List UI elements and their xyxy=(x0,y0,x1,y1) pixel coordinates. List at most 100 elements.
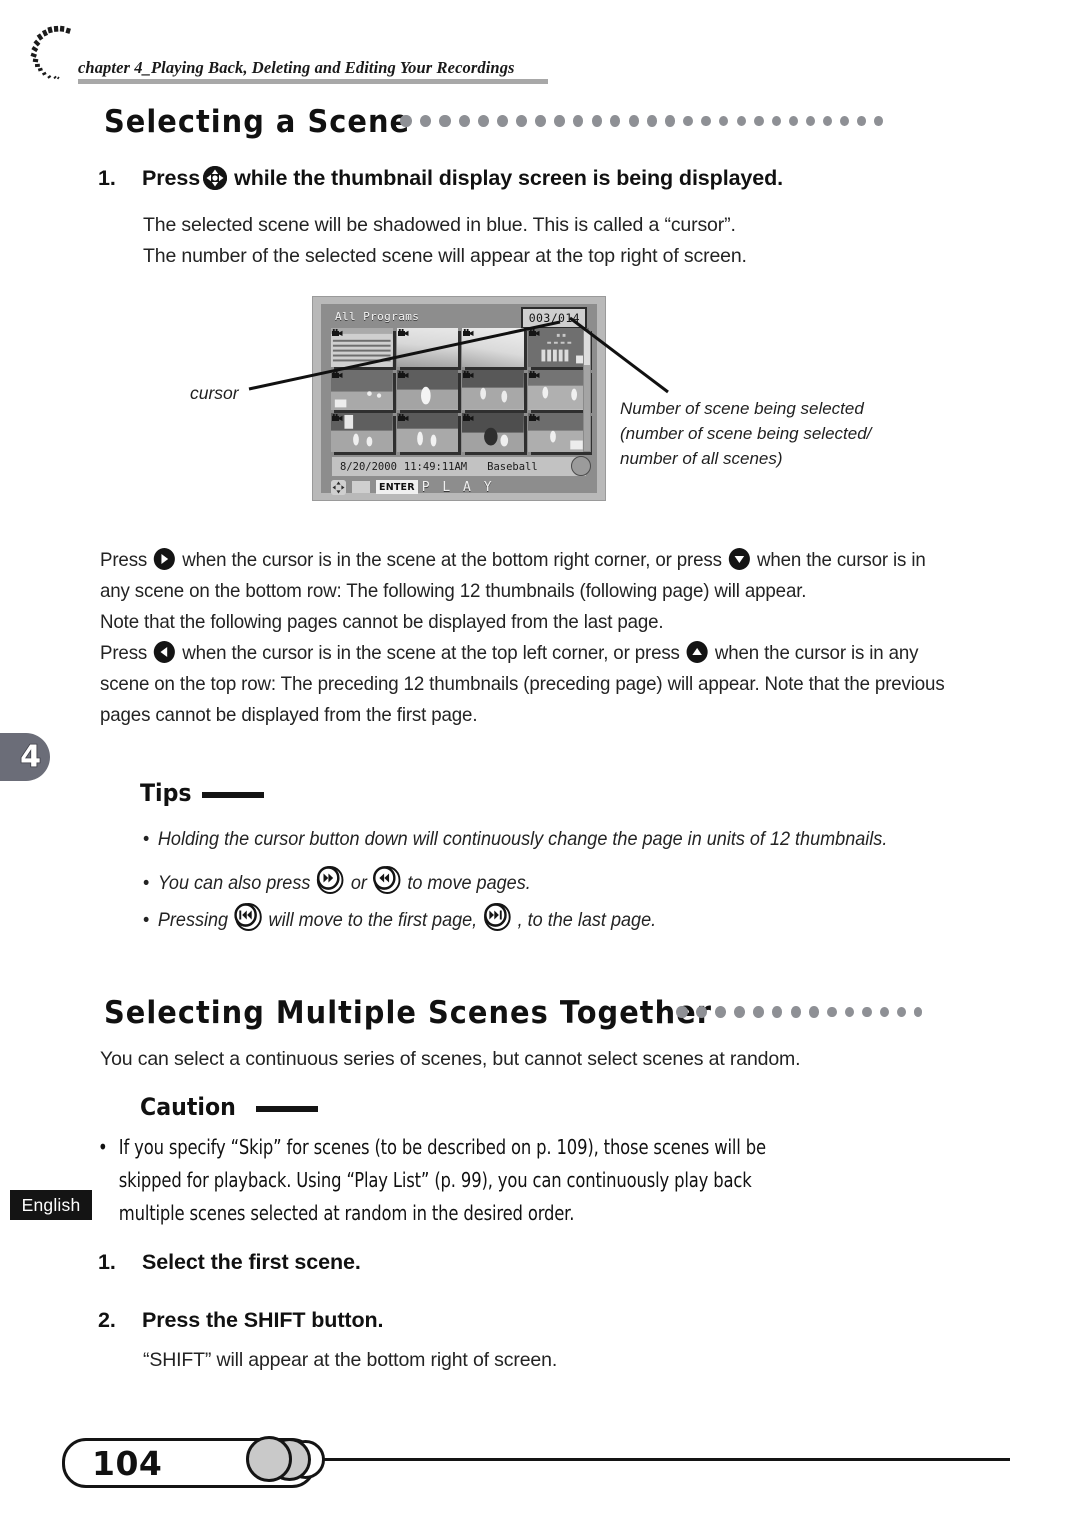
tip-item-2: • You can also press or to move pages. xyxy=(143,865,531,895)
thumbnail-cell[interactable] xyxy=(462,370,524,410)
lcd-thumbnail-grid xyxy=(331,328,589,452)
page-number: 104 xyxy=(92,1444,163,1483)
tip-bullet: • xyxy=(143,910,150,931)
thumbnail-cell[interactable] xyxy=(331,412,393,452)
thumbnail-cell[interactable] xyxy=(527,328,589,368)
paragraph-next-b: when the cursor is in the scene at the b… xyxy=(182,549,722,571)
caution-heading-rule xyxy=(256,1106,318,1112)
lcd-scrollbar[interactable] xyxy=(583,330,591,452)
caution-bullet-item: • If you specify “Skip” for scenes (to b… xyxy=(98,1131,794,1230)
section2-step-2-number: 2. xyxy=(98,1308,116,1332)
callout-scene-number: Number of scene being selected (number o… xyxy=(620,396,871,471)
fast-forward-icon xyxy=(316,865,344,894)
lcd-info-date: 8/20/2000 xyxy=(340,460,397,473)
thumbnail-cell[interactable] xyxy=(396,328,458,368)
caution-text: If you specify “Skip” for scenes (to be … xyxy=(118,1135,766,1225)
chapter-breadcrumb-underline xyxy=(78,79,548,84)
paragraph-next-page: Press when the cursor is in the scene at… xyxy=(100,545,945,607)
lcd-title: All Programs xyxy=(335,310,420,323)
tip-bullet: • xyxy=(143,873,150,894)
lcd-scrollbar-thumb[interactable] xyxy=(584,331,590,365)
thumbnail-cell[interactable] xyxy=(527,370,589,410)
callout-cursor-label: cursor xyxy=(190,383,239,403)
section2-step-2-text: Press the SHIFT button. xyxy=(142,1308,384,1332)
language-tag: English xyxy=(10,1190,92,1220)
thumbnail-cell[interactable] xyxy=(462,412,524,452)
camera-icon xyxy=(352,481,370,493)
tip-item-3-text-b: will move to the first page, xyxy=(268,910,478,931)
paragraph-block-navigation: Press when the cursor is in the scene at… xyxy=(100,545,945,731)
tip-item-2-text-c: to move pages. xyxy=(407,873,531,894)
tip-item-2-text-a: You can also press xyxy=(157,873,311,894)
thumbnail-cell[interactable] xyxy=(331,328,393,368)
thumbnail-cell[interactable] xyxy=(396,412,458,452)
callout-scene-number-line-3: number of all scenes) xyxy=(620,449,783,468)
thumbnail-cell[interactable] xyxy=(462,328,524,368)
lcd-info-time: 11:49:11AM xyxy=(403,460,468,473)
paragraph-note-last-page: Note that the following pages cannot be … xyxy=(100,611,664,633)
footer-circle-inner xyxy=(246,1436,292,1482)
section2-step-2-body: “SHIFT” will appear at the bottom right … xyxy=(143,1349,558,1371)
up-arrow-button-icon xyxy=(686,641,708,663)
rewind-icon xyxy=(373,865,401,894)
step-1-text-after: while the thumbnail display screen is be… xyxy=(234,166,784,190)
tip-item-3: • Pressing will move to the first page, ,… xyxy=(143,902,657,932)
lcd-scene-counter: 003/014 xyxy=(520,307,587,329)
lcd-display-area: All Programs 003/014 8/20/2000 11:49:11A… xyxy=(321,304,597,495)
lcd-bottom-bar: ENTER P L A Y xyxy=(331,479,494,495)
paragraph-prev-page: Press when the cursor is in the scene at… xyxy=(100,638,945,731)
tip-bullet: • xyxy=(143,829,150,850)
tip-item-1-text: Holding the cursor button down will cont… xyxy=(157,829,888,850)
dpad-icon xyxy=(331,479,346,495)
caution-heading: Caution xyxy=(140,1093,236,1121)
step-1-number: 1. xyxy=(98,166,116,190)
step-1-body-line-1: The selected scene will be shadowed in b… xyxy=(143,214,736,236)
dpad-button-icon xyxy=(203,166,228,190)
paragraph-next-a: Press xyxy=(100,549,148,571)
chapter-number-tab: 4 xyxy=(0,733,50,781)
tip-item-3-text-c: , to the last page. xyxy=(517,910,657,931)
heading-dot-rule-1 xyxy=(400,108,891,134)
callout-scene-number-line-1: Number of scene being selected xyxy=(620,399,864,418)
down-arrow-button-icon xyxy=(728,548,750,570)
thumbnail-cell[interactable] xyxy=(527,412,589,452)
tip-item-3-text-a: Pressing xyxy=(157,910,229,931)
footer-rule xyxy=(310,1458,1010,1461)
tip-item-1: • Holding the cursor button down will con… xyxy=(143,829,887,851)
chapter-number: 4 xyxy=(19,739,41,776)
play-label: P L A Y xyxy=(421,479,495,495)
section2-step-1-number: 1. xyxy=(98,1250,116,1274)
step-1-body-line-2: The number of the selected scene will ap… xyxy=(143,245,747,267)
lcd-bezel: All Programs 003/014 8/20/2000 11:49:11A… xyxy=(312,296,606,501)
step-1-text-before: Press xyxy=(142,166,201,190)
lcd-info-bar: 8/20/2000 11:49:11AM Baseball xyxy=(331,456,587,477)
tips-heading: Tips xyxy=(140,779,192,807)
callout-scene-number-line-2: (number of scene being selected/ xyxy=(620,424,872,443)
section2-step-2: 2. Press the SHIFT button. xyxy=(98,1308,383,1333)
left-arrow-button-icon xyxy=(154,641,176,663)
lcd-screen-illustration: All Programs 003/014 8/20/2000 11:49:11A… xyxy=(312,296,606,501)
section2-step-1: 1. Select the first scene. xyxy=(98,1250,361,1275)
lcd-info-label: Baseball xyxy=(487,460,538,473)
section-heading-selecting-a-scene: Selecting a Scene xyxy=(104,104,411,140)
right-arrow-button-icon xyxy=(154,548,176,570)
paragraph-prev-b: when the cursor is in the scene at the t… xyxy=(182,642,680,664)
tip-item-2-text-b: or xyxy=(350,873,367,894)
section2-intro: You can select a continuous series of sc… xyxy=(100,1048,801,1070)
step-1-heading: 1. Press while the thumbnail display scre… xyxy=(98,166,783,191)
clock-badge-icon xyxy=(571,456,591,476)
language-tag-label: English xyxy=(21,1194,81,1215)
heading-dot-rule-2 xyxy=(676,999,931,1025)
page-footer: 104 xyxy=(0,1428,1080,1498)
skip-to-start-icon xyxy=(234,902,262,931)
section2-step-1-text: Select the first scene. xyxy=(142,1250,361,1274)
paragraph-prev-a: Press xyxy=(100,642,148,664)
skip-to-end-icon xyxy=(483,902,511,931)
caution-bullet: • xyxy=(98,1135,108,1159)
thumbnail-cell[interactable] xyxy=(331,370,393,410)
section-heading-selecting-multiple-scenes: Selecting Multiple Scenes Together xyxy=(104,995,712,1031)
chapter-breadcrumb: chapter 4_Playing Back, Deleting and Edi… xyxy=(78,58,515,77)
thumbnail-cell[interactable] xyxy=(396,370,458,410)
tips-heading-rule xyxy=(202,792,264,798)
enter-badge: ENTER xyxy=(376,480,418,494)
